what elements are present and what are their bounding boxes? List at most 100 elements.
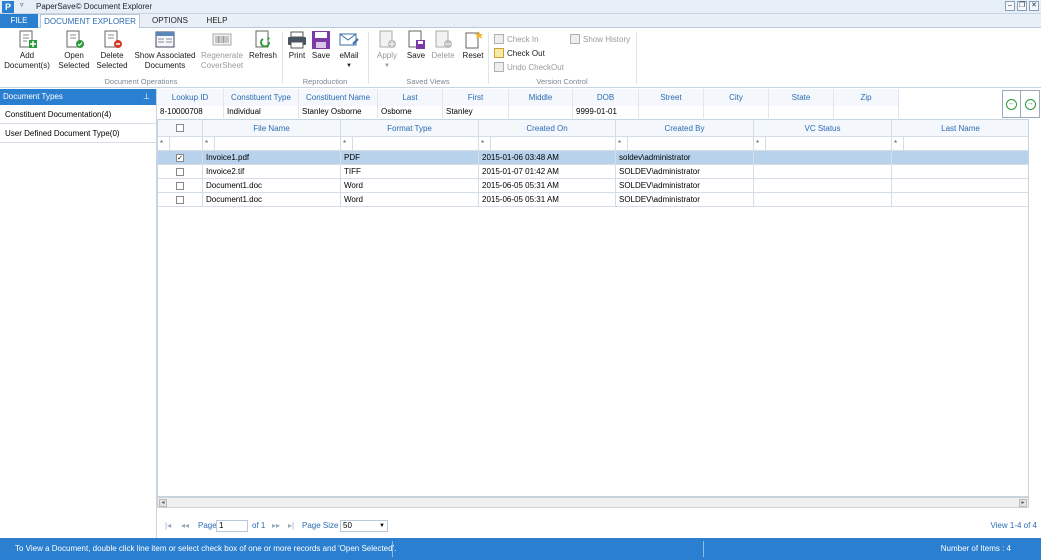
row-checkbox-cell[interactable] — [158, 193, 203, 207]
column-header-vc-status[interactable]: VC Status — [754, 120, 892, 137]
tab-help[interactable]: HELP — [198, 14, 236, 28]
filter-cell[interactable] — [170, 137, 203, 151]
scroll-left-icon[interactable]: ◂ — [159, 499, 167, 507]
maximize-button[interactable]: ❐ — [1017, 1, 1027, 11]
next-constituent-button[interactable]: → — [1021, 91, 1039, 117]
previous-constituent-button[interactable]: ← — [1003, 91, 1022, 117]
cell-created-on: 2015-06-05 05:31 AM — [479, 193, 616, 207]
minimize-button[interactable]: – — [1005, 1, 1015, 11]
refresh-button[interactable]: Refresh — [247, 30, 279, 61]
undo-checkout-icon — [494, 62, 504, 72]
row-checkbox[interactable] — [176, 167, 184, 176]
page-size-label: Page Size : — [302, 521, 343, 530]
page-label: Page — [198, 521, 217, 530]
table-row[interactable]: Document1.doc Word 2015-06-05 05:31 AM S… — [158, 179, 1028, 193]
filter-cell[interactable]: * — [616, 137, 628, 151]
email-button[interactable]: eMail ▼ — [336, 30, 362, 71]
next-page-icon[interactable]: ▸▸ — [272, 521, 280, 530]
column-header-created-by[interactable]: Created By — [616, 120, 754, 137]
last-page-icon[interactable]: ▸| — [288, 521, 294, 530]
history-icon — [570, 34, 580, 44]
horizontal-scrollbar[interactable]: ◂ ▸ — [157, 497, 1029, 508]
pin-icon[interactable]: ⊥ — [143, 89, 150, 105]
page-size-dropdown-icon: ▼ — [379, 523, 385, 529]
filter-cell[interactable]: * — [892, 137, 904, 151]
row-checkbox[interactable] — [176, 195, 184, 204]
show-associated-documents-button[interactable]: Show Associated Documents — [133, 30, 197, 71]
filter-input-last-name[interactable] — [904, 137, 1028, 151]
filter-cell[interactable]: * — [479, 137, 491, 151]
page-size-select[interactable]: 50 ▼ — [340, 520, 388, 532]
add-documents-button[interactable]: Add Document(s) — [4, 30, 50, 71]
cell-vc-status — [754, 193, 892, 207]
table-row[interactable]: Document1.doc Word 2015-06-05 05:31 AM S… — [158, 193, 1028, 207]
cell-last-name — [892, 193, 1028, 207]
cell-file-name: Invoice2.tif — [203, 165, 341, 179]
associated-documents-icon — [154, 30, 176, 50]
filter-cell[interactable]: * — [158, 137, 170, 151]
doc-type-item-constituent[interactable]: Constituent Documentation(4) — [0, 105, 156, 124]
tab-options[interactable]: OPTIONS — [144, 14, 196, 28]
constituent-field: Middle — [509, 89, 573, 118]
row-checkbox[interactable]: ✓ — [176, 153, 184, 162]
open-document-icon — [63, 30, 85, 50]
filter-cell[interactable]: * — [203, 137, 215, 151]
filter-cell[interactable]: * — [341, 137, 353, 151]
add-document-icon — [16, 30, 38, 50]
column-header-last-name[interactable]: Last Name — [892, 120, 1028, 137]
doc-type-item-user-defined[interactable]: User Defined Document Type(0) — [0, 124, 156, 143]
delete-view-button[interactable]: Delete — [430, 30, 456, 61]
save-copy-button[interactable]: Save — [310, 30, 332, 61]
print-button[interactable]: Print — [285, 30, 309, 61]
cell-format-type: Word — [341, 193, 479, 207]
save-view-button[interactable]: Save — [404, 30, 428, 61]
column-header-format-type[interactable]: Format Type — [341, 120, 479, 137]
constituent-field: Street — [639, 89, 704, 118]
status-hint: To View a Document, double click line it… — [15, 544, 397, 553]
show-history-button[interactable]: Show History — [570, 34, 630, 44]
select-all-checkbox[interactable] — [176, 124, 184, 132]
select-all-checkbox-cell[interactable] — [158, 120, 203, 137]
tab-file[interactable]: FILE — [0, 14, 38, 28]
apply-view-button[interactable]: Apply ▼ — [374, 30, 400, 71]
filter-input-file-name[interactable] — [215, 137, 341, 151]
filter-input-vc-status[interactable] — [766, 137, 892, 151]
check-in-button[interactable]: Check In — [494, 34, 539, 44]
filter-input-format-type[interactable] — [353, 137, 479, 151]
column-header-file-name[interactable]: File Name — [203, 120, 341, 137]
table-row[interactable]: Invoice2.tif TIFF 2015-01-07 01:42 AM SO… — [158, 165, 1028, 179]
first-page-icon[interactable]: |◂ — [165, 521, 171, 530]
close-button[interactable]: ✕ — [1029, 1, 1039, 11]
pager: |◂ ◂◂ Page 1 of 1 ▸▸ ▸| Page Size : 50 ▼… — [157, 519, 1041, 533]
quick-access-menu-icon[interactable]: ▿ — [20, 1, 24, 9]
row-checkbox-cell[interactable] — [158, 165, 203, 179]
cell-last-name — [892, 179, 1028, 193]
scroll-right-icon[interactable]: ▸ — [1019, 499, 1027, 507]
filter-input-created-on[interactable] — [491, 137, 616, 151]
open-selected-button[interactable]: Open Selected — [56, 30, 92, 71]
prev-page-icon[interactable]: ◂◂ — [181, 521, 189, 530]
cell-vc-status — [754, 165, 892, 179]
constituent-field: City — [704, 89, 769, 118]
row-checkbox-cell[interactable] — [158, 179, 203, 193]
check-out-button[interactable]: Check Out — [494, 48, 545, 58]
row-checkbox-cell[interactable]: ✓ — [158, 151, 203, 165]
documents-grid: File Name Format Type Created On Created… — [157, 119, 1029, 497]
table-row[interactable]: ✓ Invoice1.pdf PDF 2015-01-06 03:48 AM s… — [158, 151, 1028, 165]
cell-created-by: soldev\administrator — [616, 151, 754, 165]
item-count: Number of Items : 4 — [940, 544, 1011, 553]
grid-header-row: File Name Format Type Created On Created… — [158, 120, 1028, 137]
regenerate-coversheet-button[interactable]: Regenerate CoverSheet — [199, 30, 245, 71]
undo-checkout-button[interactable]: Undo CheckOut — [494, 62, 564, 72]
filter-cell[interactable]: * — [754, 137, 766, 151]
row-checkbox[interactable] — [176, 181, 184, 190]
tab-document-explorer[interactable]: DOCUMENT EXPLORER — [40, 14, 140, 29]
email-dropdown-arrow-icon: ▼ — [346, 63, 352, 69]
column-header-created-on[interactable]: Created On — [479, 120, 616, 137]
page-number-input[interactable]: 1 — [216, 520, 248, 532]
delete-selected-button[interactable]: Delete Selected — [94, 30, 130, 71]
filter-input-created-by[interactable] — [628, 137, 754, 151]
ribbon-tab-strip: FILE DOCUMENT EXPLORER OPTIONS HELP — [0, 14, 1041, 29]
floppy-disk-icon — [310, 30, 332, 50]
reset-view-button[interactable]: Reset — [460, 30, 486, 61]
